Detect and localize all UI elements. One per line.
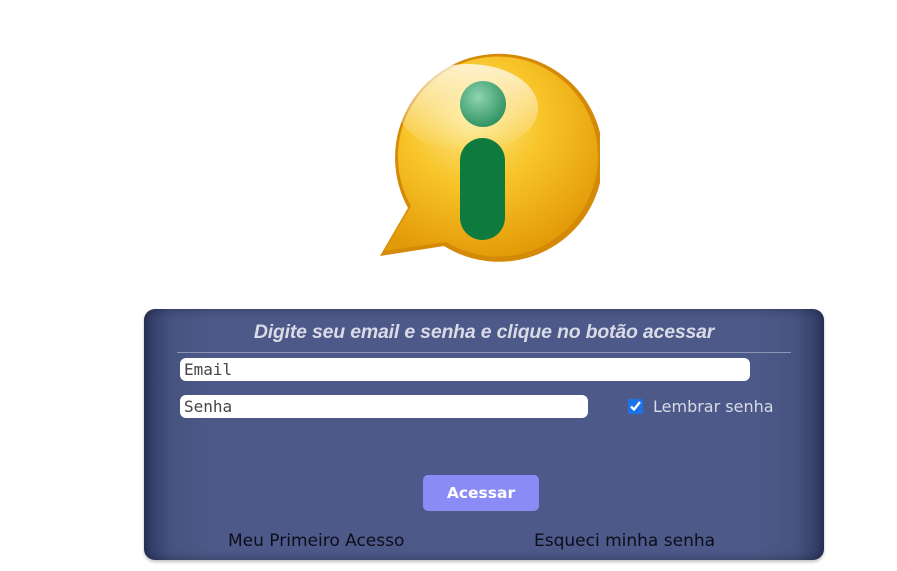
info-icon — [368, 46, 604, 278]
login-panel: Digite seu email e senha e clique no bot… — [144, 309, 824, 560]
password-field[interactable] — [180, 395, 588, 418]
remember-password-label: Lembrar senha — [653, 396, 774, 416]
email-field[interactable] — [180, 358, 750, 381]
login-instructions: Digite seu email e senha e clique no bot… — [253, 321, 715, 343]
login-page: Digite seu email e senha e clique no bot… — [0, 0, 897, 571]
first-access-link[interactable]: Meu Primeiro Acesso — [228, 531, 404, 551]
remember-password[interactable]: Lembrar senha — [628, 395, 774, 417]
forgot-password-link[interactable]: Esqueci minha senha — [534, 531, 715, 551]
submit-button[interactable]: Acessar — [423, 475, 539, 511]
title-divider — [177, 352, 791, 353]
remember-password-checkbox[interactable] — [628, 398, 643, 414]
